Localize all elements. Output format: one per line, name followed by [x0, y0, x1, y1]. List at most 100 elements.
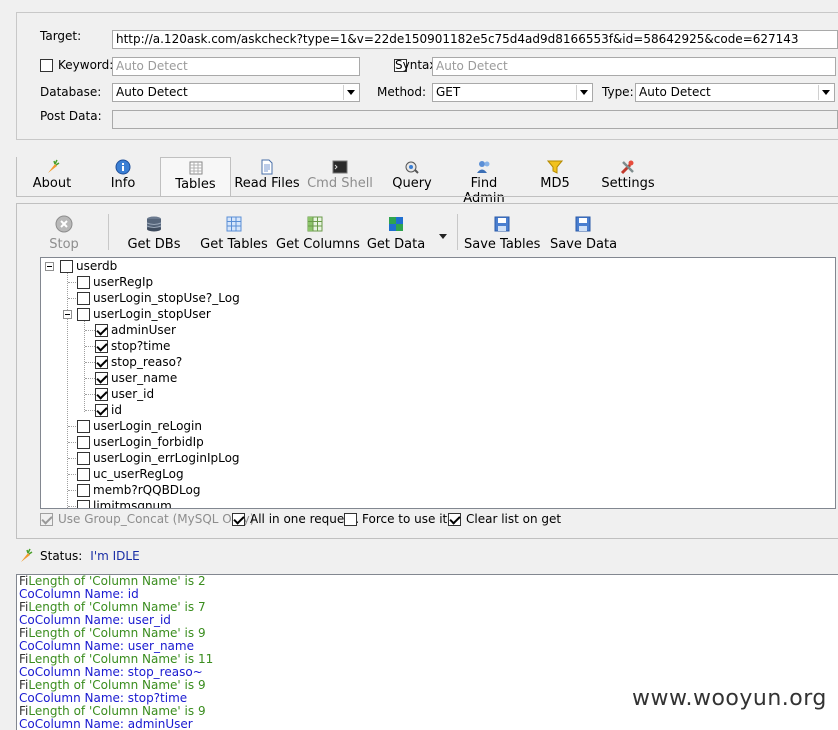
log-prefix: Fi	[19, 574, 29, 588]
log-prefix: Co	[19, 639, 35, 653]
keyword-label: Keyword:	[58, 58, 114, 72]
chevron-down-icon[interactable]	[818, 85, 833, 100]
tree-item[interactable]: userLogin_stopUse?_Log	[77, 290, 240, 306]
force-use-checkbox[interactable]	[344, 512, 357, 526]
tree-checkbox[interactable]	[77, 275, 90, 289]
collapse-icon[interactable]	[63, 310, 72, 319]
tree-root[interactable]: userdb	[60, 258, 117, 274]
users-icon	[477, 161, 490, 173]
database-label: Database:	[40, 85, 102, 99]
collapse-icon[interactable]	[45, 262, 54, 271]
tab-cmd-shell[interactable]: Cmd Shell	[304, 157, 376, 197]
tree-item-label: adminUser	[111, 323, 176, 337]
clear-list-option[interactable]: Clear list on get	[448, 511, 561, 527]
tree-item[interactable]: memb?rQQBDLog	[77, 482, 200, 498]
tree-item[interactable]: userLogin_reLogin	[77, 418, 202, 434]
force-use-option[interactable]: Force to use it	[344, 511, 447, 527]
tree-item-label: user_name	[111, 371, 178, 385]
save-tables-label: Save Tables	[464, 237, 541, 252]
keyword-checkbox[interactable]	[40, 59, 53, 72]
tab-about[interactable]: About	[16, 157, 87, 197]
type-label: Type:	[602, 85, 634, 99]
log-text: Column Name: id	[34, 587, 139, 601]
log-prefix: Co	[19, 691, 35, 705]
tree-checkbox[interactable]	[95, 387, 108, 401]
tree-checkbox[interactable]	[77, 499, 90, 508]
log-text: Column Name: user_name	[34, 639, 194, 653]
tools-icon	[620, 160, 634, 175]
tables-tree[interactable]: userdb userRegIp userLogin_stopUse?_Log …	[40, 257, 836, 509]
tree-checkbox[interactable]	[95, 323, 108, 337]
tree-column[interactable]: user_id	[95, 386, 154, 402]
tree-checkbox[interactable]	[95, 339, 108, 353]
tree-item-label: memb?rQQBDLog	[93, 483, 201, 497]
postdata-label: Post Data:	[40, 109, 102, 123]
postdata-input[interactable]	[112, 110, 838, 129]
save-tables-button[interactable]: Save Tables	[464, 215, 540, 255]
tab-label: Query	[392, 176, 432, 191]
get-dbs-button[interactable]: Get DBs	[126, 215, 182, 255]
get-dbs-label: Get DBs	[127, 237, 181, 252]
tree-item[interactable]: uc_userRegLog	[77, 466, 184, 482]
tree-item[interactable]: userLogin_forbidIp	[77, 434, 204, 450]
tree-column[interactable]: user_name	[95, 370, 177, 386]
tab-divider	[16, 196, 838, 197]
log-text: Column Name: stop?time	[34, 691, 188, 705]
tab-label: Find Admin	[463, 176, 505, 206]
get-data-dropdown-icon[interactable]	[438, 229, 448, 239]
log-prefix: Fi	[19, 652, 29, 666]
all-in-one-option[interactable]: All in one request.	[232, 511, 359, 527]
tab-read-files[interactable]: Read Files	[233, 157, 301, 197]
tab-settings[interactable]: Settings	[596, 157, 660, 197]
data-icon	[389, 217, 403, 231]
syntax-input[interactable]: Auto Detect	[432, 57, 836, 76]
chevron-down-icon[interactable]	[576, 85, 591, 100]
tree-item[interactable]: userLogin_stopUser	[77, 306, 211, 322]
clear-list-checkbox[interactable]	[448, 512, 461, 526]
chevron-down-icon[interactable]	[343, 85, 358, 100]
save-data-button[interactable]: Save Data	[550, 215, 617, 255]
tree-item[interactable]: userRegIp	[77, 274, 153, 290]
tab-find-admin[interactable]: Find Admin	[448, 157, 520, 206]
tab-md5[interactable]: MD5	[524, 157, 586, 197]
tree-item[interactable]: userLogin_errLoginIpLog	[77, 450, 240, 466]
tree-checkbox[interactable]	[77, 451, 90, 465]
target-input[interactable]: http://a.120ask.com/askcheck?type=1&v=22…	[112, 30, 838, 49]
tab-label: Info	[110, 176, 136, 191]
tree-checkbox[interactable]	[95, 355, 108, 369]
tree-checkbox[interactable]	[77, 419, 90, 433]
tree-item-label: limitmsgnum	[93, 499, 172, 509]
tree-column[interactable]: id	[95, 402, 122, 418]
carrot-icon	[21, 548, 33, 562]
tree-line	[84, 320, 85, 412]
tree-checkbox[interactable]	[95, 371, 108, 385]
type-select[interactable]: Auto Detect	[635, 83, 835, 102]
tree-column[interactable]: stop_reaso?	[95, 354, 182, 370]
log-prefix: Fi	[19, 678, 29, 692]
group-concat-option[interactable]: Use Group_Concat (MySQL Only)	[40, 511, 254, 527]
tree-checkbox[interactable]	[77, 307, 90, 321]
tree-column[interactable]: adminUser	[95, 322, 176, 338]
all-in-one-checkbox[interactable]	[232, 512, 245, 526]
database-select[interactable]: Auto Detect	[112, 83, 360, 102]
stop-button[interactable]: Stop	[44, 215, 84, 255]
get-data-button[interactable]: Get Data	[366, 215, 426, 255]
tree-checkbox[interactable]	[77, 291, 90, 305]
tree-checkbox[interactable]	[95, 403, 108, 417]
tree-checkbox[interactable]	[60, 259, 73, 273]
method-select[interactable]: GET	[432, 83, 593, 102]
log-prefix: Co	[19, 587, 35, 601]
tree-item[interactable]: limitmsgnum	[77, 498, 172, 509]
tab-query[interactable]: Query	[378, 157, 446, 197]
tree-checkbox[interactable]	[77, 483, 90, 497]
tree-checkbox[interactable]	[77, 435, 90, 449]
get-tables-button[interactable]: Get Tables	[200, 215, 268, 255]
log-prefix: Co	[19, 717, 35, 730]
tab-info[interactable]: Info	[88, 157, 158, 197]
keyword-input[interactable]: Auto Detect	[112, 57, 360, 76]
tree-checkbox[interactable]	[77, 467, 90, 481]
tree-column[interactable]: stop?time	[95, 338, 170, 354]
tab-tables[interactable]: Tables	[160, 157, 231, 197]
get-columns-button[interactable]: Get Columns	[276, 215, 360, 255]
group-concat-checkbox[interactable]	[40, 512, 53, 526]
